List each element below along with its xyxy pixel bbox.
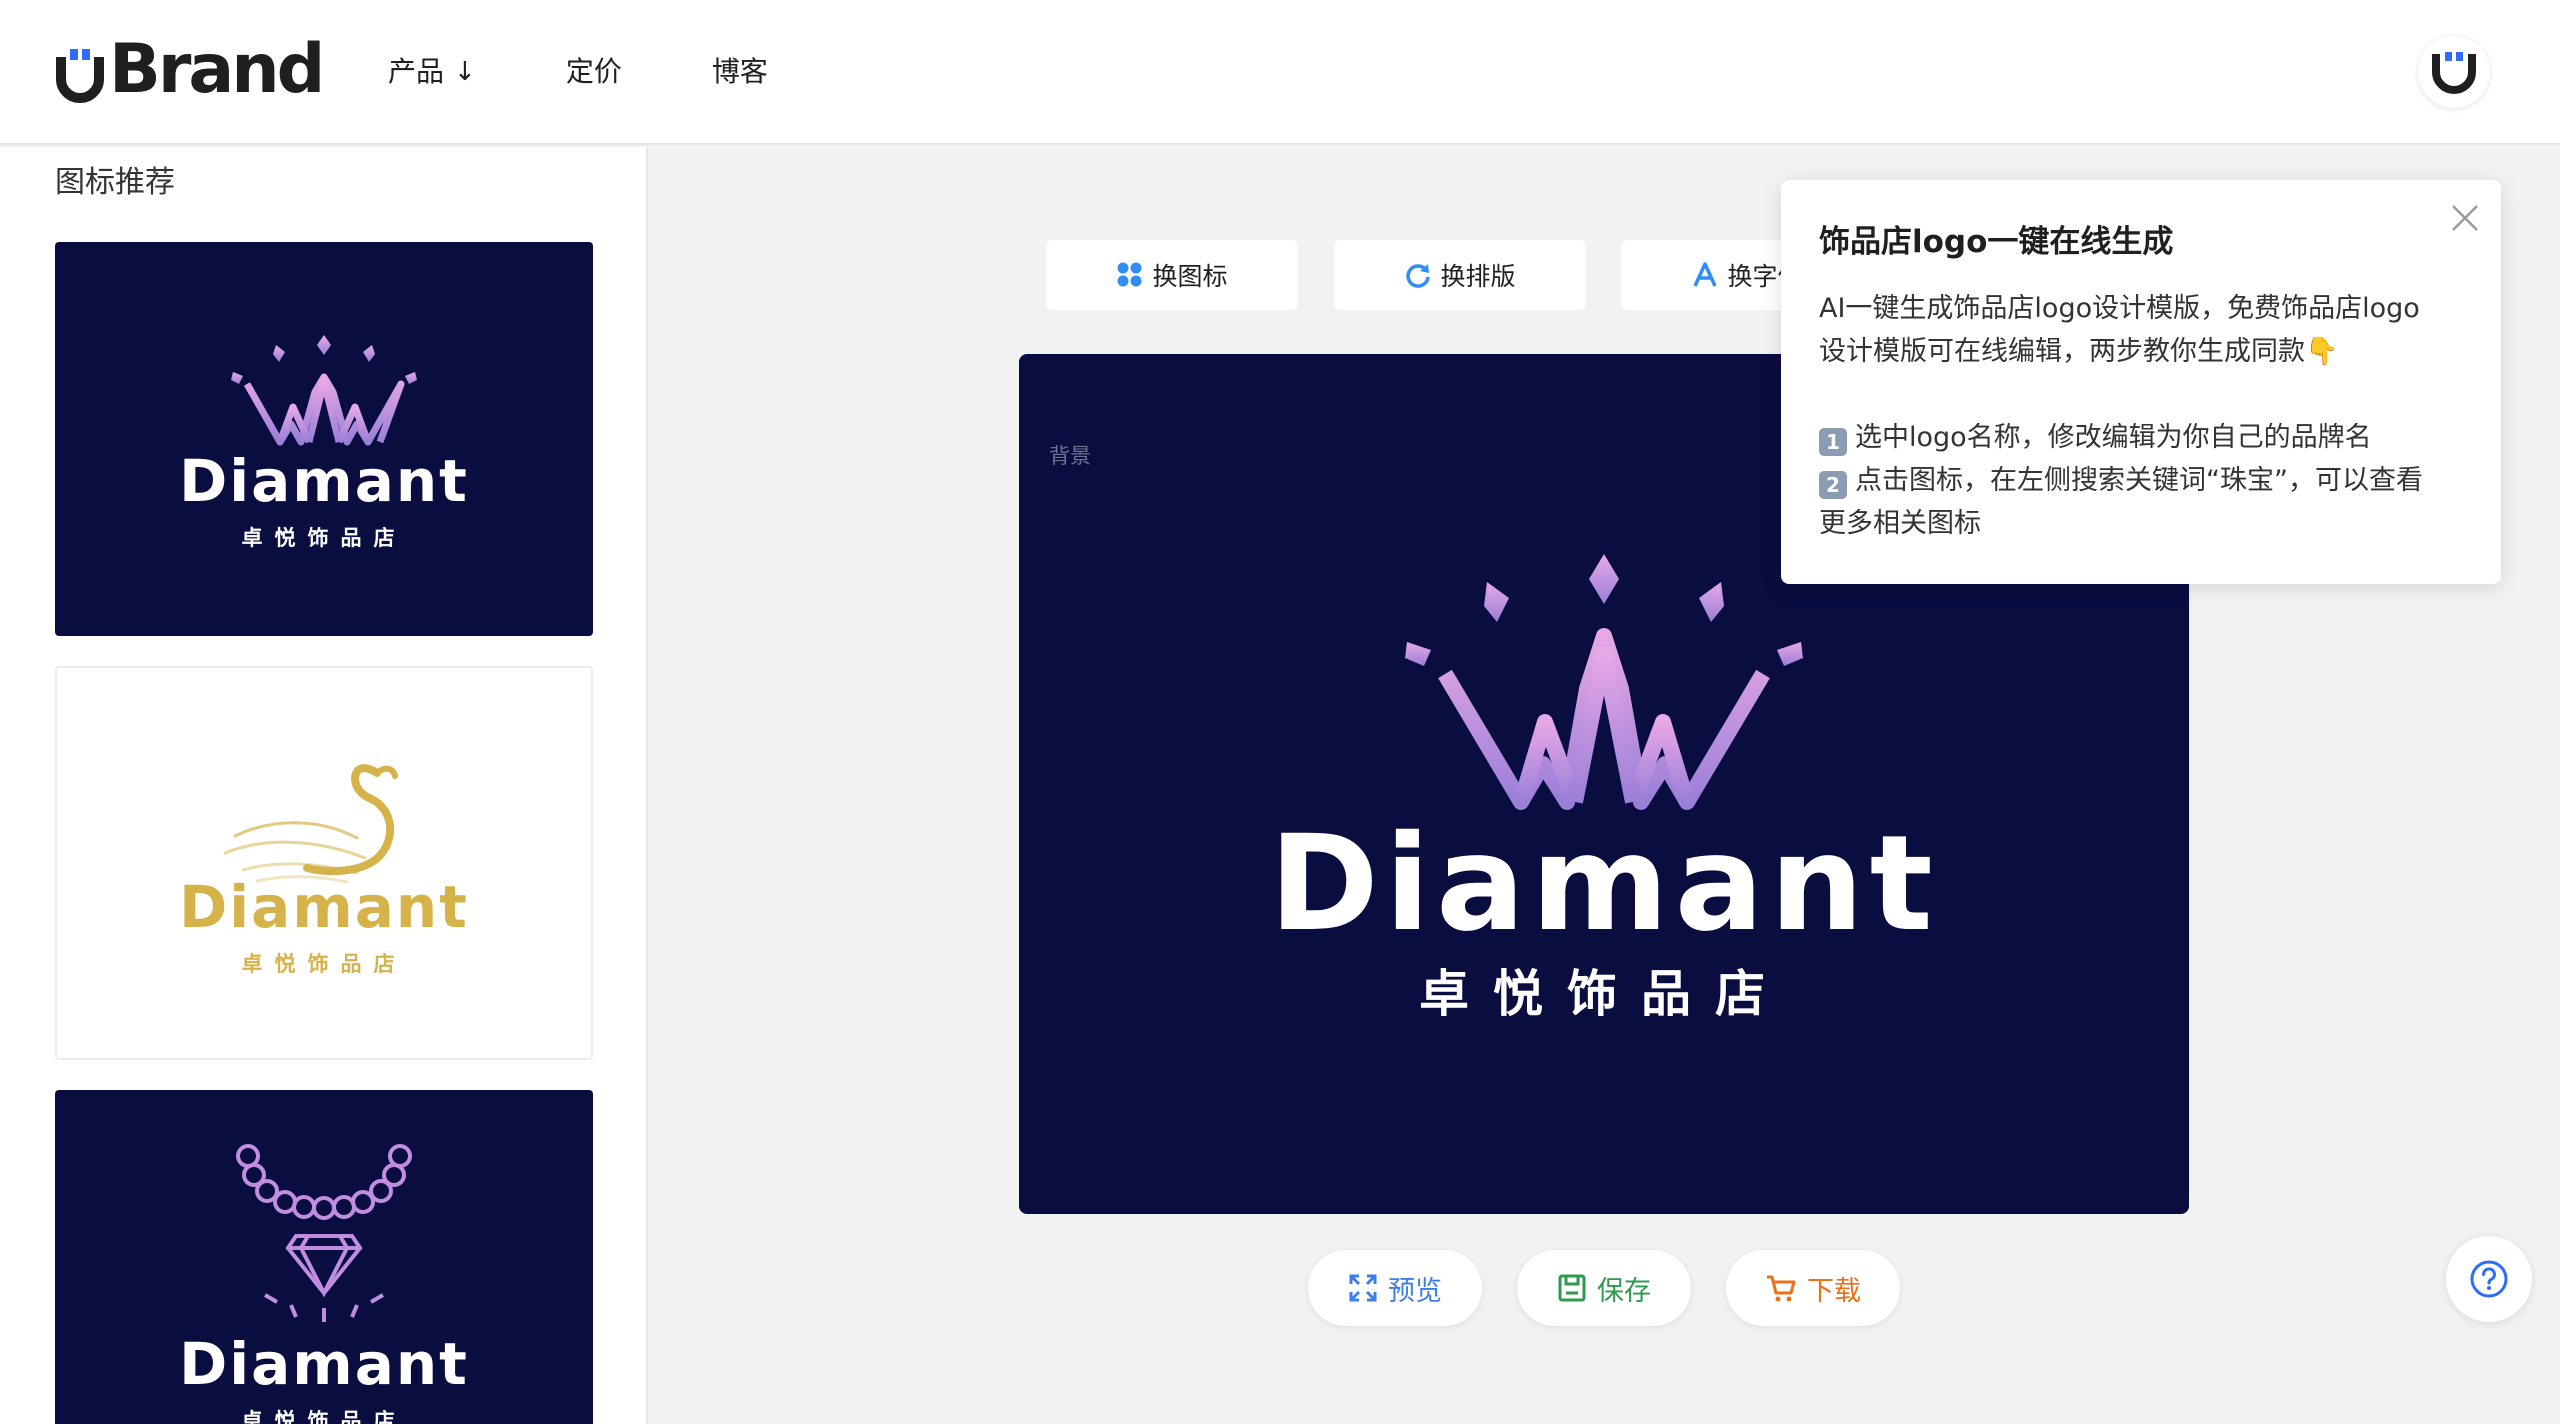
swan-icon xyxy=(223,764,398,884)
save-label: 保存 xyxy=(1597,1275,1651,1307)
brand-u-icon xyxy=(56,49,104,103)
icon-recommend-sidebar: 图标推荐 Diamant 卓悦饰品店 Diamant 卓悦饰品店 Diamant… xyxy=(0,147,648,1424)
expand-icon xyxy=(1349,1274,1377,1302)
download-label: 下载 xyxy=(1807,1275,1861,1307)
nav-products[interactable]: 产品 ↓ xyxy=(388,48,476,96)
nav-pricing-label: 定价 xyxy=(565,55,622,88)
help-button[interactable] xyxy=(2446,1236,2532,1322)
card-logo-sub: 卓悦饰品店 xyxy=(241,526,407,550)
download-button[interactable]: 下载 xyxy=(1726,1250,1900,1326)
brand-logo[interactable]: Brand xyxy=(55,30,325,110)
brand-name: Brand xyxy=(109,30,325,109)
crown-icon xyxy=(231,335,417,446)
preview-label: 预览 xyxy=(1388,1275,1442,1307)
card-logo-sub: 卓悦饰品店 xyxy=(241,952,407,976)
user-avatar[interactable] xyxy=(2418,36,2490,108)
icon-grid-icon xyxy=(1117,262,1142,287)
card-logo-sub: 卓悦饰品店 xyxy=(241,1409,407,1424)
popover-desc-line1: AI一键生成饰品店logo设计模版，免费饰品店logo xyxy=(1819,293,2420,324)
recommend-card-crown[interactable]: Diamant 卓悦饰品店 xyxy=(55,242,593,636)
cart-icon xyxy=(1767,1275,1796,1302)
change-icon-button[interactable]: 换图标 xyxy=(1046,240,1298,310)
refresh-icon xyxy=(1406,264,1431,288)
save-button[interactable]: 保存 xyxy=(1517,1250,1691,1326)
step-1-text: 选中logo名称，修改编辑为你自己的品牌名 xyxy=(1855,422,2372,453)
logo-brand-name[interactable]: Diamant xyxy=(1019,804,2189,964)
popover-title: 饰品店logo一键在线生成 xyxy=(1819,224,2174,260)
recommend-card-necklace[interactable]: Diamant 卓悦饰品店 xyxy=(55,1090,593,1424)
step-2-badge: 2 xyxy=(1819,471,1847,499)
nav-pricing[interactable]: 定价 xyxy=(566,48,622,96)
font-a-icon xyxy=(1693,262,1718,287)
avatar-u-icon xyxy=(2432,52,2476,94)
card-logo-name: Diamant xyxy=(179,873,469,941)
sidebar-title: 图标推荐 xyxy=(55,165,175,200)
popover-desc-line2: 设计模版可在线编辑，两步教你生成同款👇 xyxy=(1819,336,2339,367)
card-logo-name: Diamant xyxy=(179,1330,469,1398)
card-logo-name: Diamant xyxy=(179,447,469,515)
arrow-down-icon: ↓ xyxy=(454,57,476,87)
step-2-text: 点击图标，在左侧搜索关键词“珠宝”，可以查看 xyxy=(1855,465,2423,496)
close-icon[interactable] xyxy=(2447,200,2483,236)
change-layout-label: 换排版 xyxy=(1440,262,1516,291)
popover-step2-cont: 更多相关图标 xyxy=(1819,508,1981,539)
main-nav: 产品 ↓ 定价 博客 xyxy=(388,48,768,96)
guide-popover: 饰品店logo一键在线生成 AI一键生成饰品店logo设计模版，免费饰品店log… xyxy=(1781,180,2501,584)
change-icon-label: 换图标 xyxy=(1152,262,1228,291)
top-header: Brand 产品 ↓ 定价 博客 xyxy=(0,0,2560,145)
preview-button[interactable]: 预览 xyxy=(1308,1250,1482,1326)
popover-step2: 2 点击图标，在左侧搜索关键词“珠宝”，可以查看 xyxy=(1819,459,2423,502)
step-1-badge: 1 xyxy=(1819,428,1847,456)
nav-blog-label: 博客 xyxy=(711,55,768,88)
logo-slogan[interactable]: 卓悦饰品店 xyxy=(1019,954,2189,1026)
popover-step1: 1 选中logo名称，修改编辑为你自己的品牌名 xyxy=(1819,416,2372,459)
save-icon xyxy=(1558,1274,1586,1302)
nav-products-label: 产品 xyxy=(388,55,445,88)
nav-blog[interactable]: 博客 xyxy=(712,48,768,96)
question-circle-icon xyxy=(2470,1260,2508,1298)
change-layout-button[interactable]: 换排版 xyxy=(1334,240,1586,310)
recommend-card-swan[interactable]: Diamant 卓悦饰品店 xyxy=(55,666,593,1060)
